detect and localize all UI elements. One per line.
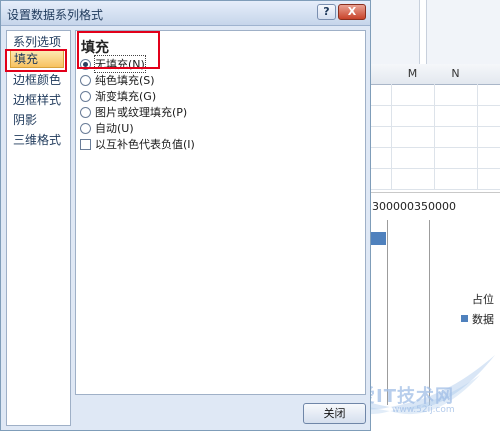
option-label: 渐变填充(G)	[95, 90, 157, 103]
axis-tick-label: 300000	[372, 200, 414, 213]
grid-line	[391, 84, 392, 190]
option-label: 图片或纹理填充(P)	[95, 106, 188, 119]
annotation-highlight-box	[5, 49, 67, 72]
checkbox-invert-if-negative[interactable]	[80, 138, 91, 150]
category-nav: 系列选项 填充 边框颜色 边框样式 阴影 三维格式	[6, 30, 71, 426]
annotation-highlight-box	[77, 31, 160, 69]
radio-solid-fill[interactable]	[80, 74, 91, 86]
column-header-n[interactable]: N	[434, 64, 478, 85]
legend-entry-data: 数据	[472, 313, 494, 326]
nav-item-shadow[interactable]: 阴影	[13, 111, 37, 128]
dialog-title: 设置数据系列格式	[7, 8, 104, 22]
option-label: 纯色填充(S)	[95, 74, 155, 87]
option-label: 以互补色代表负值(I)	[95, 138, 195, 151]
option-label: 自动(U)	[95, 122, 134, 135]
chart-bar[interactable]	[371, 232, 386, 245]
radio-automatic[interactable]	[80, 122, 91, 134]
option-solid-fill[interactable]: 纯色填充(S)	[80, 73, 155, 87]
grid-line	[434, 84, 435, 190]
axis-tick-label: 350000	[414, 200, 456, 213]
ribbon-separator	[419, 0, 427, 64]
fill-options-panel: 填充 无填充(N) 纯色填充(S) 渐变填充(G) 图片或纹理填充(P) 自动(…	[75, 30, 366, 395]
close-window-button[interactable]: X	[338, 4, 366, 20]
help-button[interactable]: ?	[317, 4, 336, 20]
radio-picture-texture-fill[interactable]	[80, 106, 91, 118]
option-picture-texture-fill[interactable]: 图片或纹理填充(P)	[80, 105, 187, 119]
option-gradient-fill[interactable]: 渐变填充(G)	[80, 89, 156, 103]
radio-gradient-fill[interactable]	[80, 90, 91, 102]
column-header-partial[interactable]	[477, 64, 500, 85]
nav-item-series-options[interactable]: 系列选项	[13, 33, 61, 50]
option-invert-if-negative[interactable]: 以互补色代表负值(I)	[80, 137, 195, 151]
option-automatic[interactable]: 自动(U)	[80, 121, 134, 135]
nav-item-3d-format[interactable]: 三维格式	[13, 131, 61, 148]
format-data-series-dialog: 设置数据系列格式 ? X 系列选项 填充 边框颜色 边框样式 阴影 三维格式 填…	[0, 0, 371, 431]
close-button[interactable]: 关闭	[303, 403, 366, 424]
nav-item-border-color[interactable]: 边框颜色	[13, 71, 61, 88]
legend-swatch	[461, 315, 468, 322]
column-header-m[interactable]: M	[391, 64, 435, 85]
dialog-titlebar[interactable]: 设置数据系列格式 ? X	[1, 1, 370, 26]
ribbon-area	[371, 0, 500, 65]
nav-item-border-style[interactable]: 边框样式	[13, 91, 61, 108]
column-header-partial[interactable]	[371, 64, 392, 85]
grid-line	[477, 84, 478, 190]
watermark-url: www.52ij.com	[392, 405, 455, 415]
legend-entry-placeholder: 占位	[472, 293, 494, 306]
